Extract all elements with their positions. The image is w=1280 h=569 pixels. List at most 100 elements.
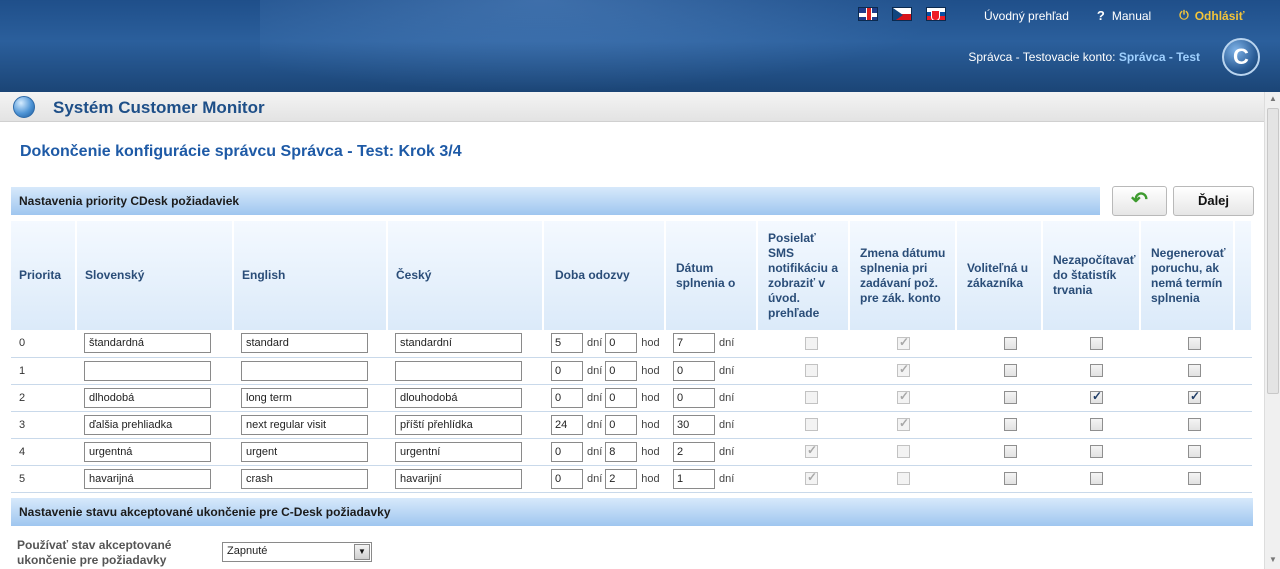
due-days-input[interactable] [673,360,715,381]
no-fault-checkbox[interactable] [1188,389,1201,404]
days-unit: dní [719,445,735,458]
language-flags [858,7,946,21]
dropdown-arrow-icon[interactable]: ▼ [354,544,370,560]
slovak-name-input[interactable] [84,414,211,435]
slovak-name-input[interactable] [84,360,211,381]
optional-checkbox[interactable] [1004,418,1017,431]
response-days-input[interactable] [551,387,583,408]
scroll-thumb[interactable] [1267,108,1279,394]
optional-checkbox[interactable] [1004,445,1017,458]
back-button[interactable]: ↶ [1112,186,1167,216]
days-unit: dní [719,391,735,404]
sk-flag-icon[interactable] [926,7,946,21]
english-name-input[interactable] [241,360,368,381]
no-stats-checkbox[interactable] [1090,418,1103,431]
manual-label: Manual [1111,8,1152,23]
response-hours-input[interactable] [605,441,638,462]
header-glow [260,0,960,92]
logout-label: Odhlásiť [1194,8,1245,23]
table-row: 4 dní hod dní [11,438,1252,466]
english-name-input[interactable] [241,333,368,354]
change-date-checkbox [897,416,910,431]
czech-name-input[interactable] [395,468,522,489]
table-row: 0 dní hod dní [11,330,1252,358]
app-title-bar: Systém Customer Monitor [0,92,1264,122]
scroll-down-icon[interactable]: ▼ [1267,555,1279,567]
col-change-date: Zmena dátumu splnenia pri zadávaní pož. … [849,221,957,330]
accept-state-select[interactable]: Zapnuté ▼ [222,542,372,562]
response-days-input[interactable] [551,414,583,435]
czech-name-input[interactable] [395,441,522,462]
slovak-name-input[interactable] [84,468,211,489]
english-name-input[interactable] [241,441,368,462]
response-days-input[interactable] [551,333,583,354]
czech-name-input[interactable] [395,387,522,408]
account-name[interactable]: Správca - Test [1119,50,1200,64]
response-hours-input[interactable] [605,414,638,435]
no-fault-checkbox[interactable] [1188,472,1201,485]
no-fault-checkbox[interactable] [1188,336,1201,350]
sms-checkbox [805,391,818,404]
vertical-scrollbar[interactable]: ▲ ▼ [1264,92,1280,569]
sms-checkbox [805,336,818,350]
days-unit: dní [719,472,735,485]
hours-unit: hod [641,391,660,404]
due-days-input[interactable] [673,414,715,435]
optional-checkbox[interactable] [1004,391,1017,404]
table-row: 2 dní hod dní [11,384,1252,412]
optional-checkbox[interactable] [1004,364,1017,377]
no-stats-checkbox[interactable] [1090,389,1103,404]
slovak-name-input[interactable] [84,387,211,408]
sms-checkbox [805,470,818,485]
logout-link[interactable]: ⏻ Odhlásiť [1179,8,1244,23]
due-days-input[interactable] [673,387,715,408]
overview-link[interactable]: Úvodný prehľad [984,9,1069,23]
czech-name-input[interactable] [395,360,522,381]
no-fault-checkbox[interactable] [1188,364,1201,377]
uk-flag-icon[interactable] [858,7,878,21]
english-name-input[interactable] [241,468,368,489]
due-days-input[interactable] [673,441,715,462]
sms-checkbox [805,418,818,431]
response-days-input[interactable] [551,468,583,489]
priority-value: 4 [11,438,76,466]
slovak-name-input[interactable] [84,441,211,462]
days-unit: dní [587,337,603,350]
scroll-up-icon[interactable]: ▲ [1267,94,1279,106]
priority-value: 2 [11,384,76,412]
response-days-input[interactable] [551,360,583,381]
customer-monitor-logo: C [1222,38,1260,76]
days-unit: dní [587,364,603,377]
cz-flag-icon[interactable] [892,7,912,21]
priority-value: 1 [11,357,76,385]
slovak-name-input[interactable] [84,333,211,354]
priority-table: Priorita Slovenský English Český Doba od… [11,221,1253,493]
no-stats-checkbox[interactable] [1090,336,1103,350]
response-days-input[interactable] [551,441,583,462]
response-hours-input[interactable] [605,468,638,489]
response-hours-input[interactable] [605,360,638,381]
due-days-input[interactable] [673,333,715,354]
days-unit: dní [587,418,603,431]
due-days-input[interactable] [673,468,715,489]
next-button[interactable]: Ďalej [1173,186,1254,216]
app-title: Systém Customer Monitor [53,98,265,117]
no-stats-checkbox[interactable] [1090,364,1103,377]
col-spacer [1234,221,1253,330]
optional-checkbox[interactable] [1004,472,1017,485]
english-name-input[interactable] [241,387,368,408]
czech-name-input[interactable] [395,333,522,354]
response-hours-input[interactable] [605,387,638,408]
no-stats-checkbox[interactable] [1090,445,1103,458]
czech-name-input[interactable] [395,414,522,435]
no-fault-checkbox[interactable] [1188,445,1201,458]
optional-checkbox[interactable] [1004,336,1017,350]
manual-link[interactable]: ? Manual [1097,8,1151,23]
hours-unit: hod [641,364,660,377]
no-stats-checkbox[interactable] [1090,472,1103,485]
change-date-checkbox [897,335,910,350]
accept-section-header: Nastavenie stavu akceptované ukončenie p… [11,498,1253,526]
response-hours-input[interactable] [605,333,638,354]
english-name-input[interactable] [241,414,368,435]
no-fault-checkbox[interactable] [1188,418,1201,431]
